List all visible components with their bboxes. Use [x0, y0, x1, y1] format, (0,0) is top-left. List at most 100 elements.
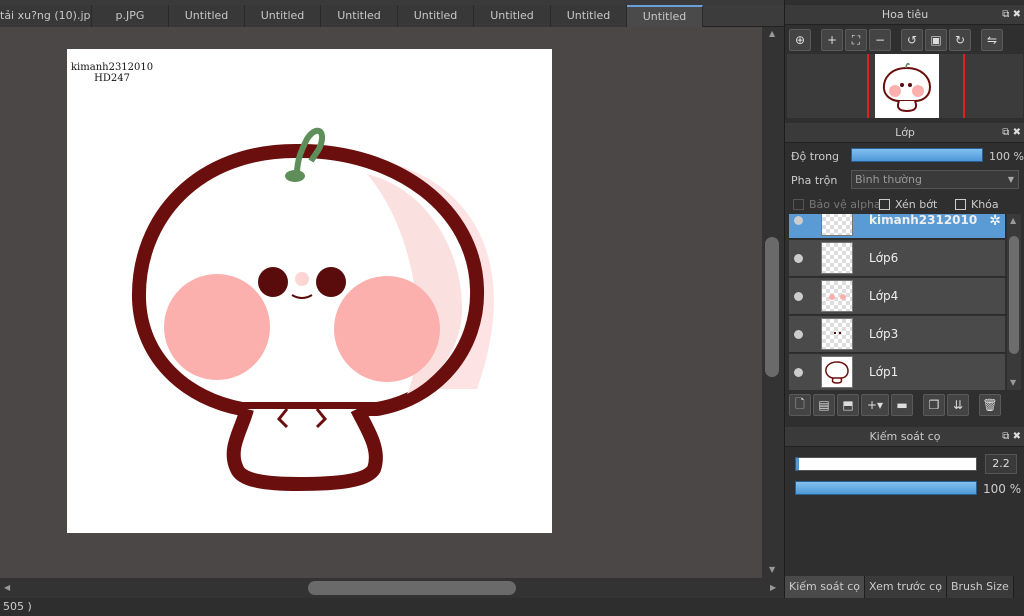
tab-p-jpg[interactable]: p.JPG	[92, 5, 169, 27]
fit-window-icon[interactable]: ⛶	[845, 29, 867, 51]
lock-checkbox[interactable]	[955, 199, 966, 210]
navigator-title: Hoa tiêu	[881, 8, 929, 21]
scroll-down-icon[interactable]: ▼	[769, 565, 775, 574]
new-halftone-layer-icon[interactable]: ▤	[813, 394, 835, 416]
tab-tai-xuong[interactable]: tải xu?ng (10).jpg	[0, 5, 92, 27]
chevron-down-icon: ▼	[1007, 175, 1014, 184]
layer-name: Lớp1	[869, 365, 899, 379]
tab-untitled-5[interactable]: Untitled	[474, 5, 551, 27]
brush-size-slider[interactable]	[795, 457, 977, 471]
delete-layer-icon[interactable]: 🗑	[979, 394, 1001, 416]
layer-row-lop3[interactable]: Lớp3	[789, 316, 1005, 353]
tab-untitled-3[interactable]: Untitled	[321, 5, 398, 27]
zoom-in-icon[interactable]: +	[821, 29, 843, 51]
new-8bit-layer-icon[interactable]: ⬒	[837, 394, 859, 416]
protect-alpha-checkbox[interactable]	[793, 199, 804, 210]
add-layer-dropdown-icon[interactable]: +▾	[861, 394, 889, 416]
visibility-icon[interactable]	[794, 368, 803, 377]
blend-mode-value: Bình thường	[855, 173, 922, 186]
layer-row-lop1[interactable]: Lớp1	[789, 354, 1005, 390]
tab-brush-preview[interactable]: Xem trước cọ	[865, 576, 947, 598]
navigator-thumbnail	[875, 54, 939, 118]
zoom-out-icon[interactable]: −	[869, 29, 891, 51]
layer-panel-float-close-icon[interactable]: ⧉ ✖	[1002, 123, 1021, 143]
scroll-up-icon[interactable]: ▲	[769, 29, 775, 38]
navigator-toolbar: ⊕ + ⛶ − ↺ ▣ ↻ ⇋	[785, 27, 1024, 53]
lock-label: Khóa	[971, 198, 999, 211]
bottom-panel-tabs: Kiếm soát cọ Xem trước cọ Brush Size	[785, 576, 1024, 598]
brush-control-title: Kiếm soát cọ	[869, 430, 941, 443]
layer-thumbnail	[821, 280, 853, 312]
layer-opacity-slider[interactable]	[851, 148, 983, 162]
layer-list: kimanh2312010 ✲ Lớp6 Lớp4 Lớp3 Lớp1	[789, 214, 1005, 390]
canvas-horizontal-scrollbar[interactable]: ◀ ▶	[0, 578, 784, 598]
status-bar: 505 )	[0, 598, 1024, 616]
right-panel: Hoa tiêu ⧉ ✖ ⊕ + ⛶ − ↺ ▣ ↻ ⇋ Lớp ⧉ ✖ Độ …	[784, 0, 1024, 598]
rotate-right-icon[interactable]: ↻	[949, 29, 971, 51]
merge-down-icon[interactable]: ⇊	[947, 394, 969, 416]
brush-control-panel-title: Kiếm soát cọ ⧉ ✖	[785, 427, 1024, 447]
vertical-scroll-thumb[interactable]	[765, 237, 779, 377]
left-eye	[258, 267, 288, 297]
new-folder-icon[interactable]: ▬	[891, 394, 913, 416]
character-illustration	[131, 127, 494, 492]
clipping-label: Xén bớt	[895, 198, 938, 211]
blend-mode-select[interactable]: Bình thường ▼	[851, 170, 1019, 189]
tab-brush-size[interactable]: Brush Size	[946, 576, 1014, 598]
navigator-preview[interactable]	[787, 54, 1023, 118]
tab-untitled-6[interactable]: Untitled	[551, 5, 627, 27]
layer-name: Lớp3	[869, 327, 899, 341]
visibility-icon[interactable]	[794, 330, 803, 339]
tab-untitled-4[interactable]: Untitled	[398, 5, 474, 27]
layer-row-lop4[interactable]: Lớp4	[789, 278, 1005, 315]
visibility-icon[interactable]	[794, 292, 803, 301]
scroll-left-icon[interactable]: ◀	[4, 583, 10, 592]
visibility-icon[interactable]	[794, 216, 803, 225]
brush-opacity-value: 100 %	[983, 482, 1022, 496]
zoom-fit-icon[interactable]: ⊕	[789, 29, 811, 51]
rotate-left-icon[interactable]: ↺	[901, 29, 923, 51]
navigator-panel-title: Hoa tiêu ⧉ ✖	[785, 5, 1024, 25]
layer-thumbnail	[821, 356, 853, 388]
tab-untitled-2[interactable]: Untitled	[245, 5, 321, 27]
tab-brush-control[interactable]: Kiếm soát cọ	[785, 576, 866, 598]
canvas-area[interactable]: kimanh2312010 HD247	[0, 27, 762, 578]
horizontal-scroll-thumb[interactable]	[308, 581, 516, 595]
layer-scroll-up-icon[interactable]: ▲	[1010, 216, 1016, 225]
left-blush	[164, 274, 270, 380]
panel-float-close-icon[interactable]: ⧉ ✖	[1002, 5, 1021, 25]
layer-thumbnail	[821, 242, 853, 274]
layer-thumbnail	[821, 318, 853, 350]
body-outline	[226, 405, 383, 492]
brush-panel-float-close-icon[interactable]: ⧉ ✖	[1002, 427, 1021, 447]
right-blush	[334, 276, 440, 382]
brush-size-fill	[796, 458, 799, 470]
drawing-canvas[interactable]: kimanh2312010 HD247	[67, 49, 552, 533]
document-tab-bar: tải xu?ng (10).jpg p.JPG Untitled Untitl…	[0, 5, 784, 27]
brush-opacity-slider[interactable]	[795, 481, 977, 495]
reset-rotation-icon[interactable]: ▣	[925, 29, 947, 51]
tab-untitled-1[interactable]: Untitled	[169, 5, 245, 27]
tab-untitled-active[interactable]: Untitled	[627, 5, 703, 27]
opacity-label: Độ trong	[791, 150, 840, 163]
brush-size-value[interactable]: 2.2	[985, 454, 1017, 474]
gear-icon[interactable]: ✲	[989, 214, 1001, 229]
layer-row-kimanh[interactable]: kimanh2312010 ✲	[789, 214, 1005, 239]
brush-opacity-fill	[796, 482, 976, 494]
layer-toolbar: 🗋 ▤ ⬒ +▾ ▬ ❐ ⇊ 🗑	[785, 392, 1024, 418]
layer-list-scrollbar[interactable]: ▲ ▼	[1007, 214, 1021, 390]
right-eye	[316, 267, 346, 297]
layer-name: kimanh2312010	[869, 214, 978, 227]
duplicate-layer-icon[interactable]: ❐	[923, 394, 945, 416]
new-layer-icon[interactable]: 🗋	[789, 394, 811, 416]
visibility-icon[interactable]	[794, 254, 803, 263]
layer-row-lop6[interactable]: Lớp6	[789, 240, 1005, 277]
flip-horizontal-icon[interactable]: ⇋	[981, 29, 1003, 51]
layer-scroll-down-icon[interactable]: ▼	[1010, 378, 1016, 387]
clipping-checkbox[interactable]	[879, 199, 890, 210]
canvas-vertical-scrollbar[interactable]: ▲ ▼	[762, 27, 784, 578]
scroll-right-icon[interactable]: ▶	[770, 583, 776, 592]
layer-panel-title: Lớp ⧉ ✖	[785, 123, 1024, 143]
layer-name: Lớp4	[869, 289, 899, 303]
layer-scroll-thumb[interactable]	[1009, 236, 1019, 354]
